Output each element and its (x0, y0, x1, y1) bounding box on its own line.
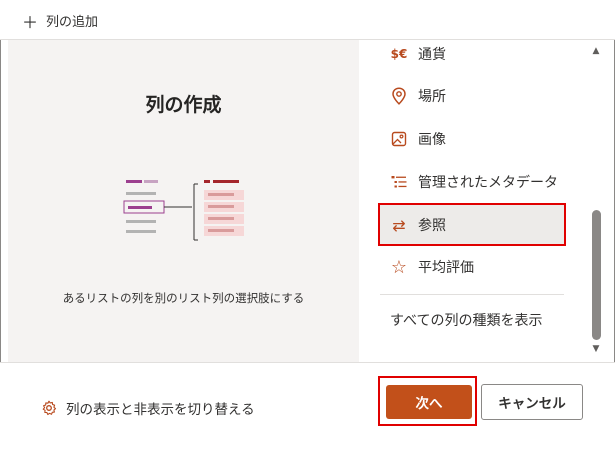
list-divider (380, 294, 564, 295)
dialog-title: 列の追加 (46, 15, 99, 30)
toggle-columns-label: 列の表示と非表示を切り替える (66, 402, 255, 418)
star-icon: ☆ (390, 256, 408, 278)
column-type-label: 場所 (418, 89, 446, 105)
image-icon (389, 129, 409, 149)
column-type-image[interactable]: 画像 (380, 119, 566, 159)
column-type-lookup[interactable]: ⇄ 参照 (380, 205, 566, 245)
create-column-panel: 列の作成 あるリストの列を別のリスト列の選択肢にする (8, 40, 359, 362)
cancel-button[interactable]: キャンセル (481, 384, 583, 420)
dialog-footer: 列の表示と非表示を切り替える 次へ キャンセル (0, 362, 615, 453)
location-icon (389, 86, 409, 106)
column-type-label: 参照 (418, 218, 446, 234)
scroll-up-arrow-icon[interactable]: ▲ (590, 46, 602, 56)
currency-icon: $€ (390, 47, 408, 61)
column-type-label: 平均評価 (418, 260, 474, 276)
scrollbar-thumb[interactable] (592, 210, 601, 340)
scroll-down-arrow-icon[interactable]: ▼ (590, 344, 602, 354)
create-column-description: あるリストの列を別のリスト列の選択肢にする (62, 291, 305, 305)
next-button[interactable]: 次へ (386, 385, 472, 419)
plus-icon: ＋ (22, 13, 39, 32)
column-type-label: 通貨 (418, 47, 446, 63)
gear-icon (40, 399, 58, 417)
managed-metadata-icon (389, 172, 409, 192)
lookup-illustration (123, 180, 244, 241)
create-column-heading: 列の作成 (145, 94, 222, 116)
lookup-icon: ⇄ (392, 215, 406, 235)
column-type-managed-metadata[interactable]: 管理されたメタデータ (380, 162, 566, 202)
column-type-location[interactable]: 場所 (380, 76, 566, 116)
column-type-label: 画像 (418, 132, 446, 148)
column-type-list: $€ 通貨 場所 画像 管理されたメタデータ ⇄ 参照 ☆ 平均評価 すべての列… (380, 40, 585, 362)
show-all-column-types-link[interactable]: すべての列の種類を表示 (390, 310, 542, 330)
column-type-rating[interactable]: ☆ 平均評価 (380, 247, 566, 287)
column-type-label: 管理されたメタデータ (418, 175, 558, 191)
column-type-currency[interactable]: $€ 通貨 (380, 34, 566, 74)
toggle-columns-link[interactable]: 列の表示と非表示を切り替える (40, 398, 255, 418)
